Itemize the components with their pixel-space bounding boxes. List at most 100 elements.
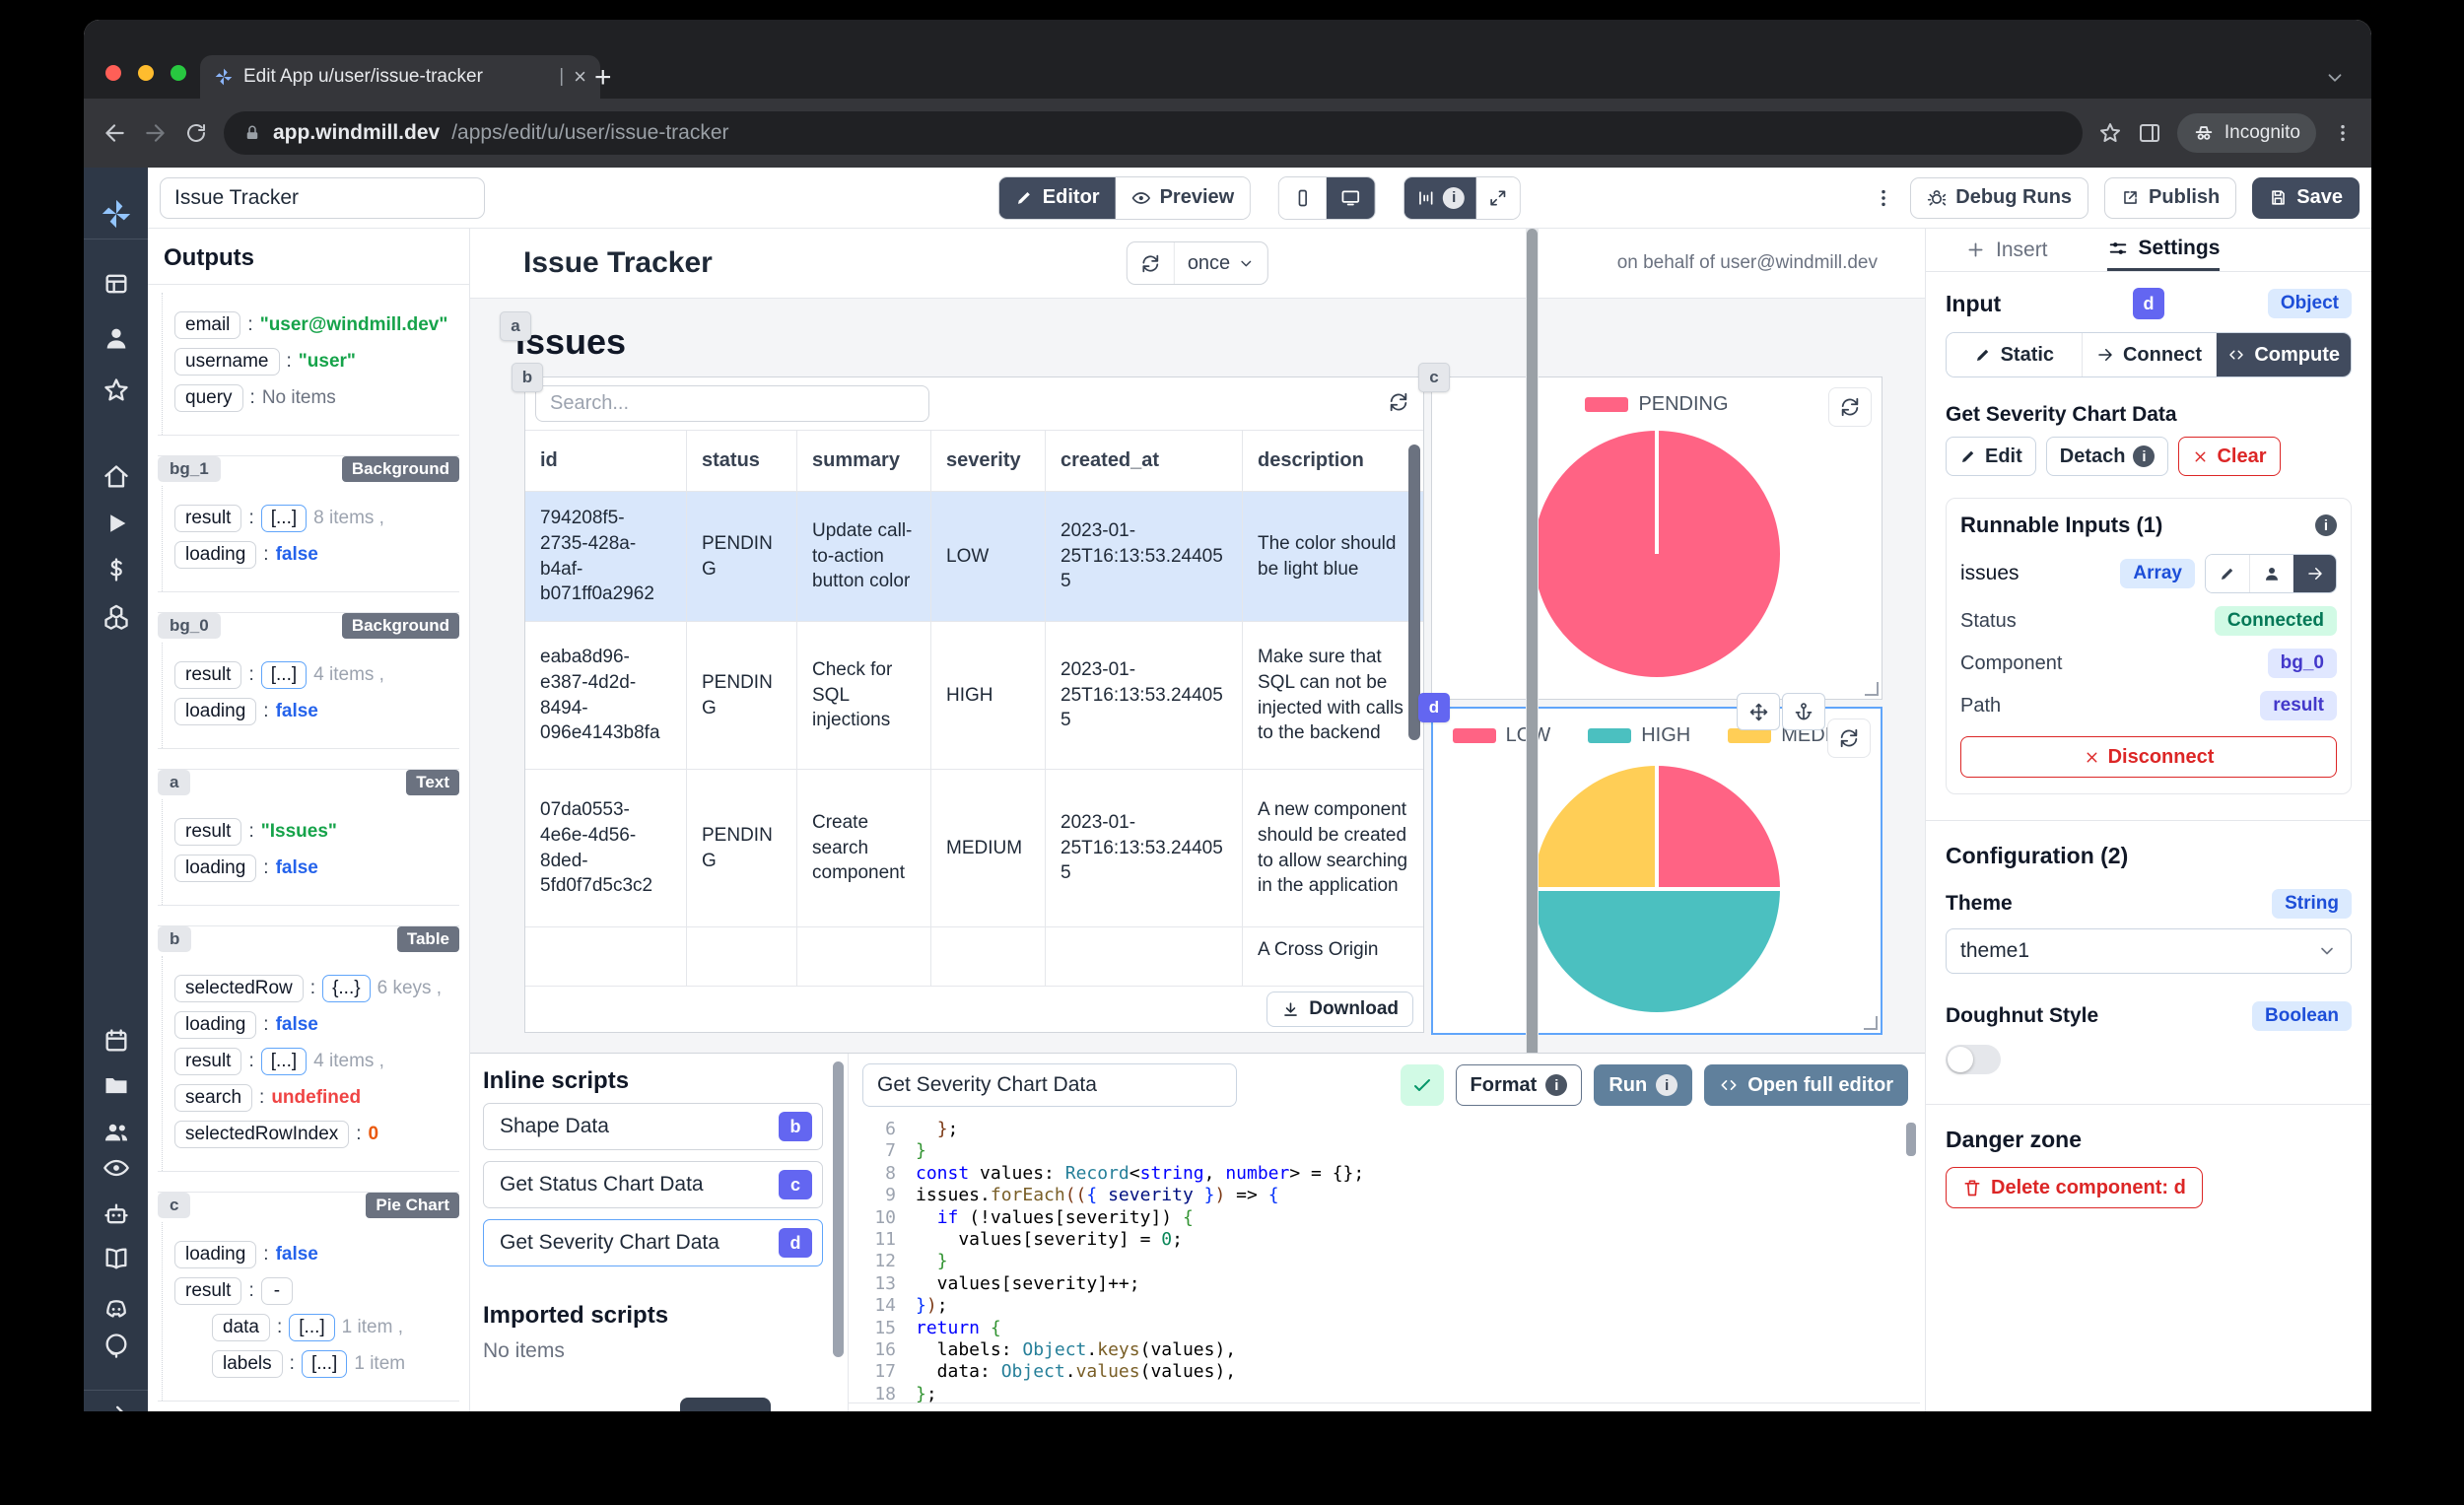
column-header-summary[interactable]: summary [797,430,931,491]
docs-icon[interactable] [103,1245,130,1272]
desktop-view-button[interactable] [1327,176,1376,219]
bookmark-star-icon[interactable] [2098,121,2122,145]
output-key[interactable]: data [212,1314,270,1341]
output-key[interactable]: result [174,1277,242,1305]
detach-button[interactable]: Detach i [2045,437,2169,476]
pie-d-refresh-button[interactable] [1827,718,1871,758]
output-key[interactable]: labels [212,1350,283,1378]
disconnect-button[interactable]: Disconnect [1960,736,2337,778]
output-key[interactable]: loading [174,1011,257,1039]
schedule-dropdown[interactable]: once [1173,242,1267,284]
maximize-window-button[interactable] [171,65,186,81]
edit-button[interactable]: Edit [1946,437,2036,476]
forward-icon[interactable] [143,120,169,146]
column-header-description[interactable]: description [1243,430,1423,491]
output-key[interactable]: loading [174,1241,257,1268]
output-key[interactable]: result [174,818,242,846]
output-component-id[interactable]: c [158,1193,191,1218]
resize-corner[interactable] [1865,682,1879,696]
save-button[interactable]: Save [2252,176,2360,219]
code-line[interactable]: 11 values[severity] = 0; [849,1229,1920,1251]
output-component-id[interactable]: b [158,926,192,952]
output-key[interactable]: search [174,1084,253,1112]
tab-insert[interactable]: Insert [1965,239,2048,271]
output-row[interactable]: search: undefined [174,1084,451,1112]
user-icon[interactable] [103,324,130,352]
code-editor[interactable]: 6 }; 7} 8 const values: Record<string, numb… [849,1119,1920,1403]
discord-icon[interactable] [103,1296,130,1324]
tab-settings[interactable]: Settings [2106,237,2221,271]
code-line[interactable]: 9 issues.forEach(({ severity }) => { [849,1185,1920,1206]
output-collection-pill[interactable]: [...] [260,505,308,532]
output-row[interactable]: query: No items [174,384,451,412]
static-source-button[interactable] [2206,555,2249,592]
code-line[interactable]: 15 return { [849,1318,1920,1339]
output-key[interactable]: result [174,661,242,689]
publish-button[interactable]: Publish [2104,176,2237,219]
output-empty-pill[interactable]: - [260,1277,294,1305]
output-row[interactable]: result: [...] 4 items , [174,1048,451,1075]
preview-mode-button[interactable]: Preview [1115,176,1251,219]
tab-close-icon[interactable]: × [574,64,586,90]
output-key[interactable]: selectedRow [174,975,304,1002]
column-header-status[interactable]: status [687,430,797,491]
output-row[interactable]: loading: false [174,1011,451,1039]
static-mode-button[interactable]: Static [1947,333,2082,376]
inline-script-item[interactable]: Get Status Chart Data c [483,1161,823,1208]
mobile-view-button[interactable] [1279,176,1328,219]
fullscreen-button[interactable] [1476,176,1521,219]
table-search-input[interactable] [535,385,929,422]
code-line[interactable]: 12 } [849,1251,1920,1272]
browser-tab[interactable]: Edit App u/user/issue-tracker | × [200,55,600,99]
output-row[interactable]: username: "user" [174,348,451,376]
runs-icon[interactable] [103,510,130,537]
doughnut-style-toggle[interactable] [1946,1045,2001,1074]
script-name-input[interactable] [862,1063,1237,1107]
column-header-created_at[interactable]: created_at [1046,430,1243,491]
code-line[interactable]: 18}; [849,1384,1920,1402]
variables-icon[interactable] [103,556,130,583]
output-key[interactable]: loading [174,855,257,882]
back-icon[interactable] [102,120,127,146]
connect-mode-button[interactable]: Connect [2081,333,2217,376]
groups-icon[interactable] [103,1118,130,1145]
app-name-input[interactable] [160,176,485,219]
output-collection-pill[interactable]: [...] [260,1048,308,1075]
output-row[interactable]: loading: false [174,1241,451,1268]
output-collection-pill[interactable]: [...] [301,1350,348,1378]
download-button[interactable]: Download [1266,992,1413,1027]
audit-logs-icon[interactable] [103,1154,130,1182]
side-panel-icon[interactable] [2138,121,2161,145]
move-component-handle[interactable] [1737,693,1780,730]
inline-script-item[interactable]: Shape Data b [483,1103,823,1150]
column-header-severity[interactable]: severity [931,430,1046,491]
run-button[interactable]: Run i [1594,1064,1693,1106]
output-component-id[interactable]: bg_0 [158,613,221,639]
incognito-badge[interactable]: Incognito [2176,113,2316,153]
compute-mode-button[interactable]: Compute [2216,333,2351,376]
output-component-id[interactable]: bg_1 [158,456,221,482]
output-key[interactable]: result [174,1048,242,1075]
code-line[interactable]: 10 if (!values[severity]) { [849,1207,1920,1229]
output-row[interactable]: result: [...] 8 items , [174,505,451,532]
code-line[interactable]: 14}); [849,1295,1920,1317]
output-row[interactable]: result: - [174,1277,451,1305]
output-collection-pill[interactable]: {...} [322,975,371,1002]
table-refresh-button[interactable] [1382,385,1415,419]
output-key[interactable]: username [174,348,280,376]
inline-script-item[interactable]: Get Severity Chart Data d [483,1219,823,1266]
schedules-icon[interactable] [103,1027,130,1055]
output-key[interactable]: loading [174,698,257,725]
folders-icon[interactable] [103,1071,130,1099]
scripts-scrollbar[interactable] [833,1061,844,1357]
table-row[interactable]: 794208f5-2735-428a-b4af-b071ff0a2962 PEND… [525,492,1423,622]
column-header-id[interactable]: id [525,430,687,491]
resize-corner[interactable] [1864,1016,1878,1030]
code-line[interactable]: 8 const values: Record<string, number> = … [849,1163,1920,1185]
output-collection-pill[interactable]: [...] [289,1314,335,1341]
layout-guides-button[interactable]: i [1404,176,1477,219]
output-key[interactable]: query [174,384,243,412]
more-options-icon[interactable] [1873,187,1894,209]
output-row[interactable]: loading: false [174,855,451,882]
pie-c-refresh-button[interactable] [1828,387,1872,427]
